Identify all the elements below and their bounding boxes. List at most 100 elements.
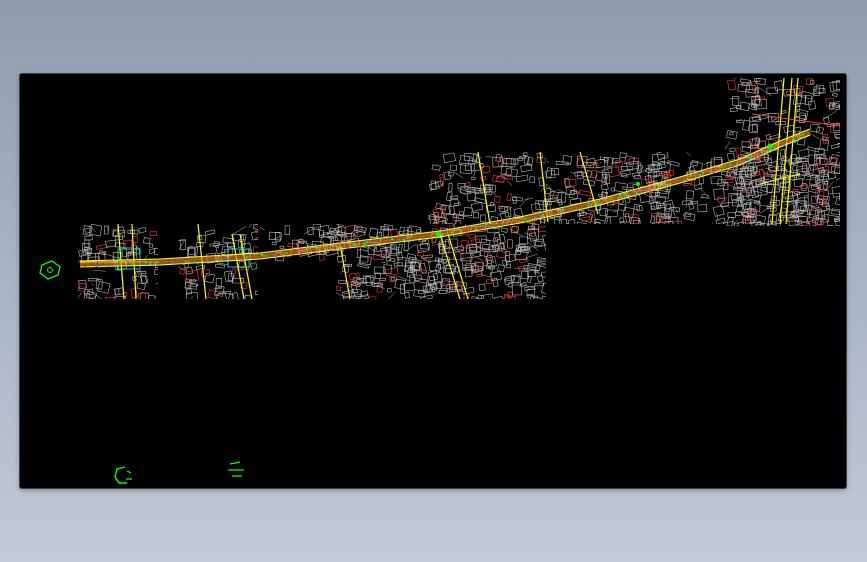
building-outline	[773, 80, 784, 91]
route-marker	[714, 167, 717, 169]
route-marker	[363, 243, 366, 246]
building-outline	[835, 133, 840, 140]
parcel-line	[700, 197, 711, 199]
building-outline	[154, 269, 158, 275]
building-blocks-layer	[78, 78, 840, 299]
building-outline	[463, 207, 473, 217]
building-outline	[536, 274, 544, 283]
building-outline	[139, 292, 150, 299]
parcel-line	[823, 110, 838, 120]
building-outline	[688, 201, 695, 210]
building-outline	[464, 186, 470, 191]
route-marker	[702, 171, 704, 174]
building-outline	[801, 183, 807, 191]
building-outline	[544, 187, 552, 195]
building-outline	[610, 187, 615, 192]
building-outline	[420, 294, 433, 299]
building-outline	[369, 296, 377, 299]
parcel-line	[546, 161, 549, 163]
building-outline	[96, 244, 108, 250]
route-marker	[636, 192, 638, 195]
route-marker	[741, 160, 743, 163]
route-corridor	[79, 128, 812, 268]
route-marker	[84, 265, 87, 268]
parcel-line	[836, 152, 840, 153]
building-outline	[729, 131, 734, 136]
building-outline	[397, 243, 403, 254]
route-marker	[743, 163, 745, 165]
route-marker	[649, 191, 652, 193]
route-marker	[207, 256, 209, 258]
route-marker	[323, 246, 326, 248]
building-outline	[489, 202, 495, 207]
route-marker	[447, 232, 449, 235]
cad-model-viewport[interactable]	[20, 74, 846, 488]
route-marker	[116, 260, 118, 262]
building-outline	[486, 279, 493, 284]
station-marker	[767, 143, 773, 149]
parcel-line	[685, 152, 692, 157]
route-marker	[376, 242, 378, 245]
route-marker	[119, 260, 121, 263]
building-outline	[147, 294, 156, 299]
parcel-line	[155, 282, 158, 285]
parcel-line	[343, 292, 353, 294]
building-outline	[665, 203, 671, 212]
route-marker	[403, 239, 405, 241]
building-outline	[136, 282, 146, 291]
parcel-line	[91, 283, 94, 286]
building-outline	[797, 148, 810, 159]
parcel-line	[567, 222, 569, 224]
building-outline	[783, 124, 795, 133]
building-outline	[515, 174, 529, 183]
route-marker	[802, 133, 805, 135]
building-block-region	[600, 152, 840, 224]
building-outline	[137, 292, 146, 299]
building-outline	[565, 178, 577, 187]
route-marker	[595, 201, 598, 204]
building-outline	[619, 152, 627, 159]
building-outline	[518, 236, 529, 245]
route-marker	[562, 208, 564, 211]
building-outline	[84, 227, 91, 234]
building-outline	[561, 218, 568, 224]
building-outline	[501, 259, 508, 267]
route-marker	[479, 228, 481, 231]
route-marker	[793, 138, 795, 140]
building-outline	[820, 219, 829, 226]
building-outline	[347, 279, 362, 288]
building-outline	[567, 218, 577, 224]
scale-mark-curve	[114, 466, 127, 484]
parcel-line	[627, 176, 629, 178]
route-marker	[608, 200, 611, 203]
parcel-line	[178, 239, 186, 250]
building-outline	[832, 92, 838, 97]
building-outline	[828, 209, 840, 218]
building-outline	[97, 281, 111, 294]
scale-mark-strokes	[228, 461, 244, 477]
parcel-line	[729, 98, 739, 100]
route-marker	[154, 262, 157, 264]
north-arrow-outline	[39, 260, 61, 280]
route-marker	[274, 255, 277, 258]
route-marker	[686, 176, 688, 178]
building-outline	[837, 141, 840, 148]
building-outline	[754, 78, 761, 82]
route-marker	[775, 143, 777, 146]
building-outline	[448, 171, 454, 177]
building-outline	[614, 181, 628, 193]
building-outline	[84, 239, 90, 249]
building-outline	[473, 212, 479, 219]
parcel-line	[812, 134, 821, 140]
building-outline	[329, 227, 335, 233]
route-marker	[742, 160, 745, 163]
route-marker	[767, 151, 769, 153]
building-outline	[423, 257, 431, 262]
building-outline	[667, 160, 680, 167]
parcel-line	[557, 189, 569, 195]
route-marker	[366, 241, 368, 244]
building-outline	[439, 174, 445, 185]
route-marker	[229, 256, 232, 259]
route-marker	[759, 155, 761, 158]
route-marker	[694, 173, 696, 176]
